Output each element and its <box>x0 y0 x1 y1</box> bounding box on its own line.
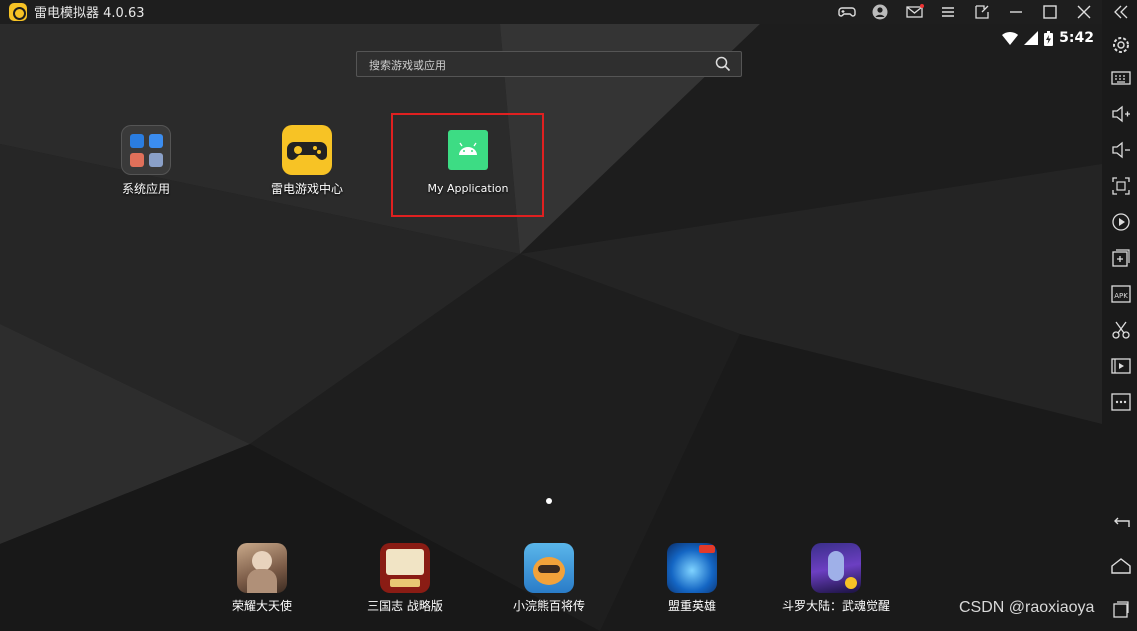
gamepad-icon[interactable] <box>834 0 858 24</box>
mengzhong-game-icon[interactable] <box>667 543 717 593</box>
app-label: 系统应用 <box>121 182 170 196</box>
search-input[interactable]: 搜索游戏或应用 <box>369 57 446 73</box>
app-system-apps[interactable]: 系统应用 <box>91 125 201 197</box>
dock-label: 盟重英雄 <box>667 599 716 613</box>
svg-text:APK: APK <box>1114 292 1128 300</box>
app-label: 雷电游戏中心 <box>270 182 343 196</box>
minimize-icon[interactable] <box>1004 0 1028 24</box>
dock-label: 荣耀大天使 <box>231 599 292 613</box>
video-icon[interactable] <box>1110 355 1132 377</box>
maximize-icon[interactable] <box>1038 0 1062 24</box>
android-screen: 5:42 搜索游戏或应用 系统应用 雷电游戏中心 My Application <box>0 24 1102 631</box>
system-apps-folder-icon[interactable] <box>121 125 171 175</box>
collapse-icon[interactable] <box>1110 1 1132 23</box>
status-time: 5:42 <box>1059 30 1094 46</box>
apk-icon[interactable]: APK <box>1110 283 1132 305</box>
home-icon[interactable] <box>1110 555 1132 577</box>
app-logo-icon <box>9 3 27 21</box>
page-indicator <box>546 498 552 504</box>
screenshot-icon[interactable] <box>1110 319 1132 341</box>
back-icon[interactable] <box>1110 512 1132 534</box>
search-bar[interactable]: 搜索游戏或应用 <box>356 51 742 77</box>
dock-app-xiaohuanxiong[interactable]: 小浣熊百将传 <box>489 543 609 614</box>
shrink-icon[interactable] <box>970 0 994 24</box>
dock-label: 斗罗大陆：武魂觉醒 <box>781 599 890 613</box>
douluo-game-icon[interactable] <box>811 543 861 593</box>
more-icon[interactable] <box>1110 391 1132 413</box>
recent-apps-icon[interactable] <box>1110 598 1132 620</box>
volume-down-icon[interactable] <box>1110 139 1132 161</box>
highlight-box <box>391 113 544 217</box>
mail-icon[interactable] <box>902 0 926 24</box>
dock-label: 小浣熊百将传 <box>512 599 585 613</box>
menu-icon[interactable] <box>936 0 960 24</box>
game-center-icon[interactable] <box>282 125 332 175</box>
app-title: 雷电模拟器 4.0.63 <box>34 6 145 21</box>
app-game-center[interactable]: 雷电游戏中心 <box>252 125 362 197</box>
add-window-icon[interactable] <box>1110 247 1132 269</box>
fullscreen-icon[interactable] <box>1110 175 1132 197</box>
close-icon[interactable] <box>1072 0 1096 24</box>
account-icon[interactable] <box>868 0 892 24</box>
status-bar: 5:42 <box>1002 30 1094 46</box>
settings-icon[interactable] <box>1110 34 1132 56</box>
dock-app-douluo[interactable]: 斗罗大陆：武魂觉醒 <box>776 543 896 614</box>
record-icon[interactable] <box>1110 211 1132 233</box>
search-icon[interactable] <box>715 56 731 72</box>
signal-icon <box>1024 31 1039 45</box>
dock-app-mengzhong[interactable]: 盟重英雄 <box>632 543 752 614</box>
dock-app-sanguozhi[interactable]: 三国志 战略版 <box>345 543 465 614</box>
watermark: CSDN @raoxiaoya <box>959 599 1095 616</box>
wifi-icon <box>1002 31 1019 45</box>
sanguozhi-game-icon[interactable] <box>380 543 430 593</box>
dock-label: 三国志 战略版 <box>367 599 443 613</box>
keyboard-icon[interactable] <box>1110 67 1132 89</box>
battery-icon <box>1044 30 1054 46</box>
xiaohuanxiong-game-icon[interactable] <box>524 543 574 593</box>
right-toolbar: APK <box>1102 0 1137 631</box>
volume-up-icon[interactable] <box>1110 103 1132 125</box>
dock-app-rongyao[interactable]: 荣耀大天使 <box>202 543 322 614</box>
title-bar: 雷电模拟器 4.0.63 <box>0 0 1137 24</box>
rongyao-game-icon[interactable] <box>237 543 287 593</box>
wallpaper <box>0 24 1102 631</box>
